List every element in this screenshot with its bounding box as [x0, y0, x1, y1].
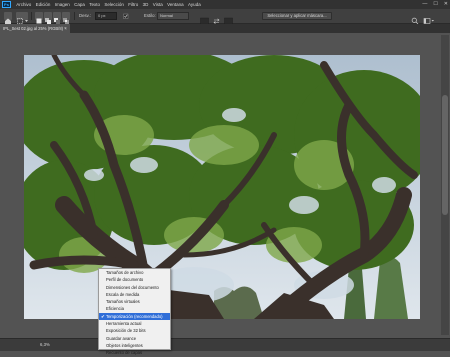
popup-menu-item-label: Exposición de 32 bits: [106, 328, 146, 334]
popup-menu-item-label: Temporización (recomendado): [106, 313, 163, 319]
menu-item[interactable]: Imagen: [53, 0, 72, 9]
new-selection-icon[interactable]: [35, 12, 43, 24]
popup-menu-item-label: Tamaños de archivo: [106, 270, 144, 275]
popup-menu-item-label: Dimensiones del documento: [106, 284, 159, 290]
swap-icon[interactable]: [212, 12, 221, 24]
subtract-selection-icon[interactable]: [53, 12, 61, 24]
style-select[interactable]: Normal: [157, 12, 189, 20]
options-separator: [74, 12, 75, 20]
antialias-checkbox[interactable]: [123, 12, 129, 20]
menu-items: Archivo Edición Imagen Capa Texto Selección Fi…: [14, 0, 203, 9]
popup-menu-item[interactable]: Objetos inteligentes: [99, 342, 170, 349]
popup-menu-item-label: Perfil de documento: [106, 277, 144, 283]
marquee-tool-icon[interactable]: [16, 12, 28, 24]
options-bar: Desv.: 0 px Estilo: Normal Seleccionar y…: [0, 9, 450, 25]
height-field-icon[interactable]: [224, 12, 233, 25]
workspace-icon[interactable]: [423, 12, 435, 24]
feather-label: Desv.:: [79, 13, 91, 18]
menu-item[interactable]: Ventana: [165, 0, 186, 9]
style-label: Estilo:: [144, 13, 156, 18]
menu-item[interactable]: Edición: [33, 0, 52, 9]
document-tab-bar: IPL_Sest 02.jpg al 25% (RGB/8) * ×: [0, 24, 450, 33]
canvas-area[interactable]: [0, 33, 450, 338]
menu-item[interactable]: 3D: [140, 0, 150, 9]
popup-menu-item[interactable]: Dimensiones del documento: [99, 284, 170, 291]
scrollbar-thumb[interactable]: [442, 95, 448, 215]
minimize-icon[interactable]: —: [422, 0, 427, 9]
popup-menu-item[interactable]: Eficiencia: [99, 305, 170, 312]
options-separator: [31, 12, 32, 20]
popup-menu-item-label: Herramienta actual: [106, 321, 142, 327]
vertical-scrollbar[interactable]: [441, 35, 449, 335]
search-icon[interactable]: [411, 12, 419, 25]
popup-menu-item[interactable]: Herramienta actual: [99, 320, 170, 327]
popup-menu-item-label: Guardar avance: [106, 335, 137, 341]
menu-item[interactable]: Ayuda: [186, 0, 203, 9]
close-icon[interactable]: ✕: [444, 0, 448, 9]
popup-menu-item[interactable]: Guardar avance: [99, 335, 170, 342]
popup-menu-item[interactable]: Exposición de 32 bits: [99, 327, 170, 334]
popup-menu-item[interactable]: Perfil de documento: [99, 276, 170, 283]
document-image[interactable]: [24, 55, 420, 319]
menu-item[interactable]: Selección: [102, 0, 126, 9]
window-controls: — ☐ ✕: [422, 0, 448, 9]
popup-menu-item-label: Recuento de capas: [106, 350, 143, 356]
menu-bar: Ps Archivo Edición Imagen Capa Texto Selecció…: [0, 0, 450, 9]
menu-item[interactable]: Filtro: [126, 0, 140, 9]
home-icon[interactable]: [4, 12, 12, 24]
popup-menu-item[interactable]: ✔ Temporización (recomendado): [99, 312, 170, 321]
popup-menu-item-label: Escala de medida: [106, 291, 140, 297]
popup-menu-item[interactable]: Tamaños virtuales: [99, 298, 170, 305]
photoshop-logo-icon: Ps: [2, 1, 11, 8]
menu-item[interactable]: Vista: [151, 0, 165, 9]
select-and-mask-button[interactable]: Seleccionar y aplicar máscara...: [262, 12, 332, 20]
menu-item[interactable]: Texto: [87, 0, 102, 9]
maximize-icon[interactable]: ☐: [433, 0, 437, 9]
document-tab-title: IPL_Sest 02.jpg al 25% (RGB/8) *: [3, 26, 66, 31]
popup-menu-item-label: Eficiencia: [106, 306, 124, 312]
popup-menu-item-label: Tamaños virtuales: [106, 299, 140, 305]
popup-menu-item[interactable]: Recuento de capas: [99, 349, 170, 356]
status-info-popup-menu: Tamaños de archivo Perfil de documento Dim…: [98, 268, 171, 355]
menu-item[interactable]: Archivo: [14, 0, 33, 9]
zoom-level[interactable]: 6,3%: [40, 342, 50, 347]
document-tab[interactable]: IPL_Sest 02.jpg al 25% (RGB/8) * ×: [0, 24, 70, 33]
feather-input[interactable]: 0 px: [95, 12, 117, 20]
menu-item[interactable]: Capa: [72, 0, 87, 9]
close-tab-icon[interactable]: ×: [65, 24, 67, 33]
check-icon: ✔: [101, 313, 105, 319]
popup-menu-item[interactable]: Tamaños de archivo: [99, 269, 170, 276]
width-field-icon[interactable]: [200, 12, 209, 25]
status-bar: 6,3% ›: [0, 338, 450, 351]
intersect-selection-icon[interactable]: [62, 12, 70, 24]
popup-menu-item[interactable]: Escala de medida: [99, 291, 170, 298]
add-selection-icon[interactable]: [44, 12, 52, 24]
popup-menu-item-label: Objetos inteligentes: [106, 342, 143, 348]
